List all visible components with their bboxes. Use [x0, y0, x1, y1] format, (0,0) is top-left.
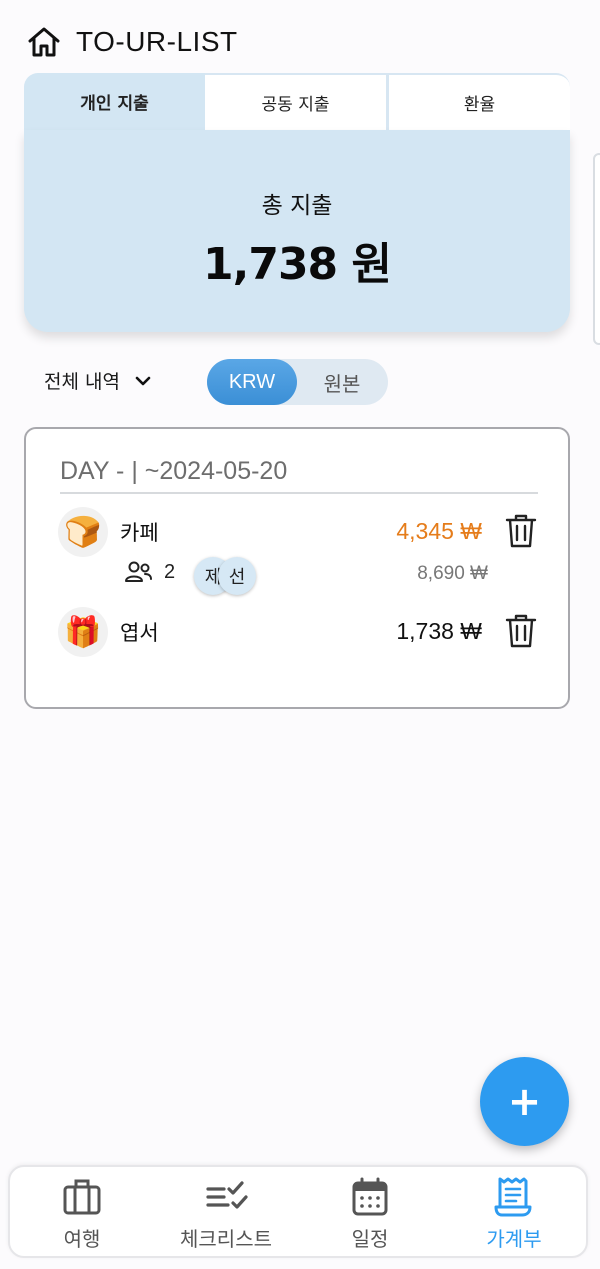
tab-shared-expense[interactable]: 공동 지출 [205, 73, 389, 130]
tab-personal-expense[interactable]: 개인 지출 [24, 73, 205, 130]
total-shared-price: 8,690 ₩ [417, 563, 488, 584]
app-title: TO-UR-LIST [76, 26, 238, 57]
chevron-down-icon [135, 376, 151, 385]
next-card-peek [593, 153, 600, 345]
add-expense-button[interactable]: + [480, 1057, 569, 1146]
currency-option-krw[interactable]: KRW [207, 359, 297, 405]
day-expense-card: DAY - | ~2024-05-20 🍞 카페 4,345 ₩ 2 제 선 8… [24, 427, 570, 709]
expense-price: 1,738 ₩ [396, 618, 482, 644]
nav-label-trip: 여행 [63, 1227, 101, 1251]
total-expense-amount: 1,738 원 [203, 239, 392, 290]
currency-option-original[interactable]: 원본 [297, 359, 387, 405]
expense-tabs: 개인 지출 공동 지출 환율 [24, 73, 570, 130]
expense-price: 4,345 ₩ [396, 518, 482, 544]
receipt-icon [494, 1177, 532, 1217]
nav-item-trip[interactable]: 여행 [10, 1167, 154, 1256]
checklist-icon [206, 1181, 248, 1209]
gift-icon: 🎁 [58, 607, 108, 657]
currency-toggle: KRW 원본 [207, 359, 388, 405]
total-expense-label: 총 지출 [261, 193, 333, 219]
trash-icon[interactable] [504, 612, 538, 650]
app-header: TO-UR-LIST [26, 24, 238, 60]
expense-name: 카페 [120, 521, 159, 545]
trash-icon[interactable] [504, 512, 538, 550]
day-header: DAY - | ~2024-05-20 [60, 457, 288, 485]
participant-avatars: 제 선 [194, 557, 264, 597]
avatar[interactable]: 선 [218, 557, 256, 595]
nav-label-budget: 가계부 [486, 1227, 542, 1251]
nav-item-budget[interactable]: 가계부 [442, 1167, 586, 1256]
nav-label-checklist: 체크리스트 [180, 1227, 272, 1251]
expense-item[interactable]: 🍞 카페 4,345 ₩ [58, 507, 538, 557]
tab-exchange-rate[interactable]: 환율 [389, 73, 570, 130]
home-icon[interactable] [26, 24, 62, 60]
bread-icon: 🍞 [58, 507, 108, 557]
nav-item-schedule[interactable]: 일정 [298, 1167, 442, 1256]
expense-name: 엽서 [120, 621, 159, 645]
participants-info: 2 [124, 560, 175, 584]
nav-item-checklist[interactable]: 체크리스트 [154, 1167, 298, 1256]
people-icon [125, 561, 152, 582]
divider [60, 492, 538, 494]
participants-count: 2 [164, 560, 176, 583]
expense-item[interactable]: 🎁 엽서 1,738 ₩ [58, 607, 538, 657]
filter-label: 전체 내역 [44, 371, 120, 393]
bottom-navigation: 여행 체크리스트 일정 가계부 [8, 1165, 588, 1258]
nav-label-schedule: 일정 [351, 1227, 389, 1251]
suitcase-icon [63, 1179, 101, 1215]
history-filter-dropdown[interactable]: 전체 내역 [44, 367, 152, 394]
total-expense-card: 총 지출 1,738 원 [24, 130, 570, 332]
calendar-icon [352, 1177, 388, 1216]
